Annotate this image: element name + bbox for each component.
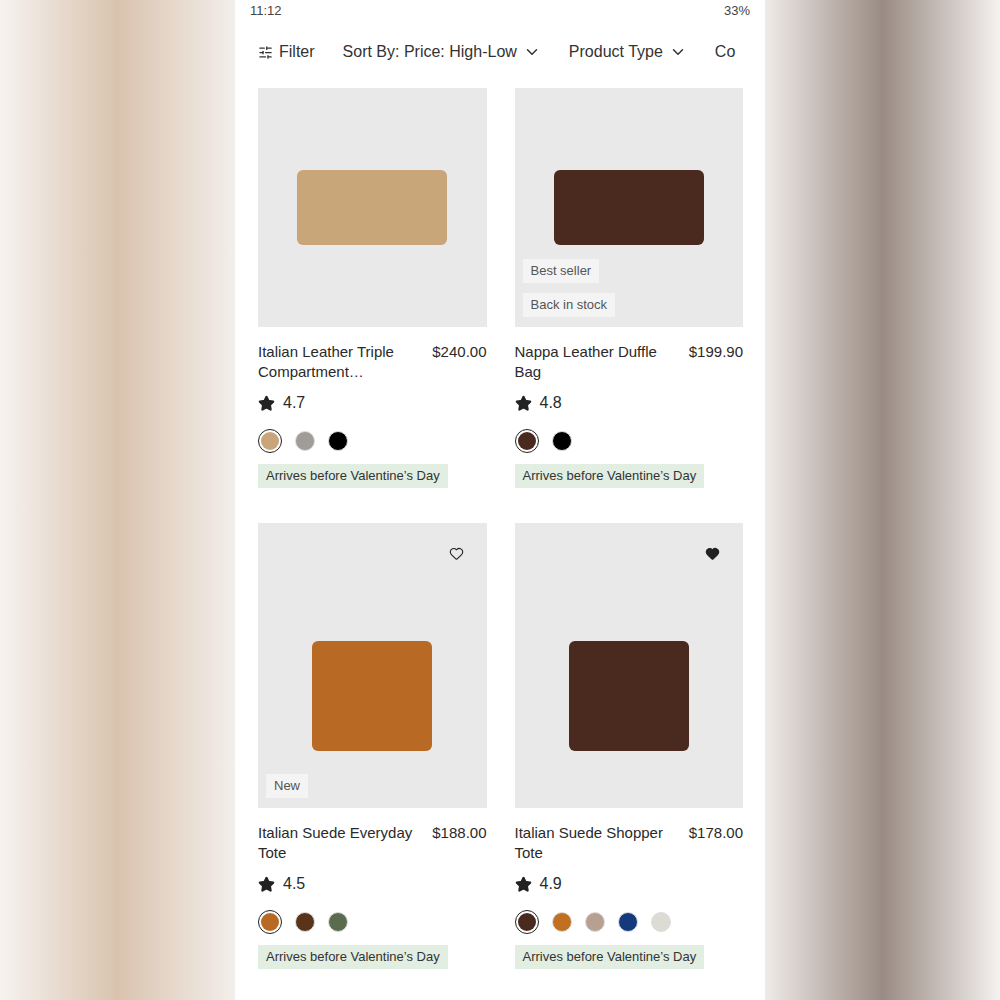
product-badge: New [266, 774, 308, 798]
filter-icon [258, 45, 273, 60]
delivery-badge: Arrives before Valentine’s Day [515, 945, 705, 969]
more-filter[interactable]: Co [715, 40, 735, 64]
star-icon [515, 395, 532, 412]
chevron-down-icon [523, 43, 541, 61]
product-rating: 4.7 [258, 393, 487, 413]
heart-icon[interactable] [449, 546, 464, 561]
bag-shape [297, 170, 447, 245]
sort-dropdown[interactable]: Sort By: Price: High-Low [343, 40, 541, 64]
product-type-dropdown[interactable]: Product Type [569, 40, 687, 64]
product-rating: 4.9 [515, 874, 744, 894]
product-badge: Back in stock [523, 293, 616, 317]
chevron-down-icon [669, 43, 687, 61]
status-time: 11:12 [250, 1, 282, 21]
product-card[interactable]: New Italian Suede Everyday Tote$188.00 4.5… [258, 523, 487, 969]
heart-icon[interactable] [705, 546, 720, 561]
delivery-badge: Arrives before Valentine’s Day [258, 464, 448, 488]
blurred-side-left [0, 0, 235, 1000]
filter-button[interactable]: Filter [258, 40, 315, 64]
product-image[interactable]: Best seller Back in stock [515, 88, 744, 327]
color-swatch[interactable] [328, 912, 348, 932]
product-name[interactable]: Italian Suede Everyday Tote [258, 823, 424, 863]
product-price: $178.00 [689, 823, 743, 863]
product-badge: Best seller [523, 259, 600, 283]
swatch-row [515, 429, 744, 453]
color-swatch[interactable] [552, 912, 572, 932]
screen: 11:12 33% Filter Sort By: Price: High-Low Pr… [0, 0, 1000, 1000]
product-price: $240.00 [432, 342, 486, 382]
product-name[interactable]: Italian Suede Shopper Tote [515, 823, 681, 863]
product-rating: 4.8 [515, 393, 744, 413]
product-card[interactable]: Italian Leather Triple Compartment…$240.… [258, 88, 487, 488]
product-card[interactable]: Best seller Back in stock Nappa Leather Du… [515, 88, 744, 488]
swatch-row [515, 910, 744, 934]
star-icon [258, 395, 275, 412]
product-price: $199.90 [689, 342, 743, 382]
product-image[interactable] [515, 523, 744, 808]
product-image[interactable] [258, 88, 487, 327]
color-swatch[interactable] [552, 431, 572, 451]
color-swatch[interactable] [258, 429, 282, 453]
color-swatch[interactable] [295, 431, 315, 451]
color-swatch[interactable] [618, 912, 638, 932]
status-battery: 33% [724, 1, 750, 21]
phone-screen: 11:12 33% Filter Sort By: Price: High-Low Pr… [235, 0, 765, 1000]
product-price: $188.00 [432, 823, 486, 863]
bag-shape [569, 641, 689, 751]
star-icon [515, 876, 532, 893]
product-grid: Italian Leather Triple Compartment…$240.… [235, 88, 765, 969]
toolbar: Filter Sort By: Price: High-Low Product Ty… [235, 22, 765, 82]
color-swatch[interactable] [515, 429, 539, 453]
product-card[interactable]: Italian Suede Shopper Tote$178.00 4.9 Arri… [515, 523, 744, 969]
delivery-badge: Arrives before Valentine’s Day [258, 945, 448, 969]
blurred-side-right [765, 0, 1000, 1000]
color-swatch[interactable] [295, 912, 315, 932]
color-swatch[interactable] [328, 431, 348, 451]
product-name[interactable]: Nappa Leather Duffle Bag [515, 342, 681, 382]
status-bar: 11:12 33% [235, 0, 765, 22]
color-swatch[interactable] [515, 910, 539, 934]
bag-shape [312, 641, 432, 751]
delivery-badge: Arrives before Valentine’s Day [515, 464, 705, 488]
color-swatch[interactable] [651, 912, 671, 932]
swatch-row [258, 910, 487, 934]
product-name[interactable]: Italian Leather Triple Compartment… [258, 342, 424, 382]
color-swatch[interactable] [258, 910, 282, 934]
color-swatch[interactable] [585, 912, 605, 932]
product-rating: 4.5 [258, 874, 487, 894]
bag-shape [554, 170, 704, 245]
star-icon [258, 876, 275, 893]
swatch-row [258, 429, 487, 453]
product-image[interactable]: New [258, 523, 487, 808]
